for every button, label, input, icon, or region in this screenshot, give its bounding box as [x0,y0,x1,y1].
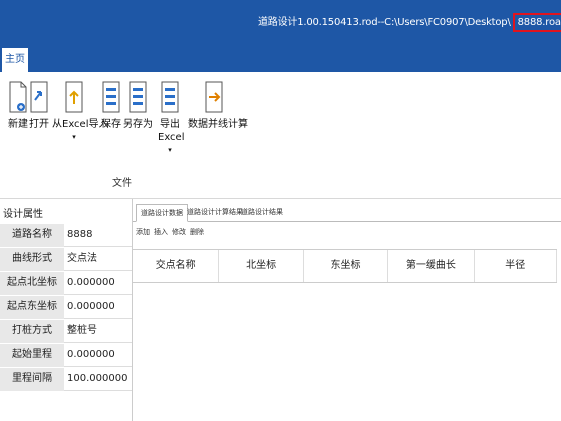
title-bar: 道路设计1.00.150413.rod--C:\Users\FC0907\Des… [0,0,561,44]
open-file-icon [30,81,48,113]
property-value[interactable]: 0.000000 [64,296,132,319]
export-excel-button[interactable]: 导出Excel ▾ [152,80,188,157]
subtab-bar: 道路设计数据 道路设计计算结果 道路设计结果 [133,203,561,222]
property-row[interactable]: 道路名称 8888 [0,224,132,248]
window-title-filename: 8888.road [512,13,561,32]
grid-header: 交点名称 北坐标 东坐标 第一缓曲长 半径 [133,249,558,283]
insert-row-button[interactable]: 插入 [154,228,168,236]
grid-toolbar: 添加 插入 修改 删除 [136,227,208,237]
property-key: 起始里程 [0,344,64,367]
property-row[interactable]: 打桩方式 整桩号 [0,320,132,344]
main-data-panel: 道路设计数据 道路设计计算结果 道路设计结果 添加 插入 修改 删除 交点名称 北坐标… [133,199,561,421]
merge-calc-button[interactable]: 数据并线计算 [188,80,248,131]
property-row[interactable]: 起始里程 0.000000 [0,344,132,368]
property-row[interactable]: 起点东坐标 0.000000 [0,296,132,320]
property-key: 曲线形式 [0,248,64,271]
ribbon-tab-bar: 主页 [0,44,561,72]
column-header[interactable]: 半径 [475,250,558,282]
property-value[interactable]: 交点法 [64,248,132,271]
save-as-button-label: 另存为 [123,119,153,130]
save-icon [102,81,120,113]
open-button-label: 打开 [29,119,49,130]
import-excel-icon [65,81,83,113]
save-as-icon [129,81,147,113]
column-header[interactable]: 北坐标 [219,250,304,282]
merge-calc-icon [205,81,223,113]
tab-design-data[interactable]: 道路设计数据 [136,204,188,222]
property-key: 起点北坐标 [0,272,64,295]
chevron-down-icon: ▾ [72,133,76,141]
chevron-down-icon: ▾ [168,146,172,154]
column-header[interactable]: 第一缓曲长 [388,250,475,282]
design-properties-panel: 设计属性 道路名称 8888 曲线形式 交点法 起点北坐标 0.000000 起点东坐… [0,199,133,421]
open-button[interactable]: 打开 [22,80,56,131]
property-grid: 道路名称 8888 曲线形式 交点法 起点北坐标 0.000000 起点东坐标 0.00… [0,224,132,392]
property-row[interactable]: 里程间隔 100.000000 [0,368,132,392]
property-row[interactable]: 曲线形式 交点法 [0,248,132,272]
import-excel-button[interactable]: 从Excel导入 ▾ [52,80,109,144]
import-excel-label: 从Excel导入 [52,119,109,130]
tab-home[interactable]: 主页 [2,48,28,72]
tab-design-result[interactable]: 道路设计结果 [237,204,287,220]
panel-title: 设计属性 [3,209,43,220]
column-header[interactable]: 交点名称 [133,250,220,282]
column-header[interactable]: 东坐标 [304,250,389,282]
merge-calc-label: 数据并线计算 [188,119,248,130]
ribbon-panel: 新建 打开 从Excel导入 ▾ 保存 另存为 导出Excel ▾ 数据并线计算… [0,72,561,199]
property-key: 打桩方式 [0,320,64,343]
property-value[interactable]: 100.000000 [64,368,132,391]
property-value[interactable]: 0.000000 [64,272,132,295]
property-value[interactable]: 0.000000 [64,344,132,367]
window-title: 道路设计1.00.150413.rod--C:\Users\FC0907\Des… [258,13,561,32]
property-key: 起点东坐标 [0,296,64,319]
add-row-button[interactable]: 添加 [136,228,150,236]
export-excel-icon [161,81,179,113]
ribbon-group-label-file: 文件 [112,178,132,189]
property-key: 里程间隔 [0,368,64,391]
edit-row-button[interactable]: 修改 [172,228,186,236]
property-key: 道路名称 [0,224,64,247]
window-title-path: 道路设计1.00.150413.rod--C:\Users\FC0907\Des… [258,17,511,28]
property-value[interactable]: 整桩号 [64,320,132,343]
export-excel-label: 导出Excel [158,119,185,143]
delete-row-button[interactable]: 删除 [190,228,204,236]
property-value[interactable]: 8888 [64,224,132,247]
save-as-button[interactable]: 另存为 [120,80,156,131]
property-row[interactable]: 起点北坐标 0.000000 [0,272,132,296]
